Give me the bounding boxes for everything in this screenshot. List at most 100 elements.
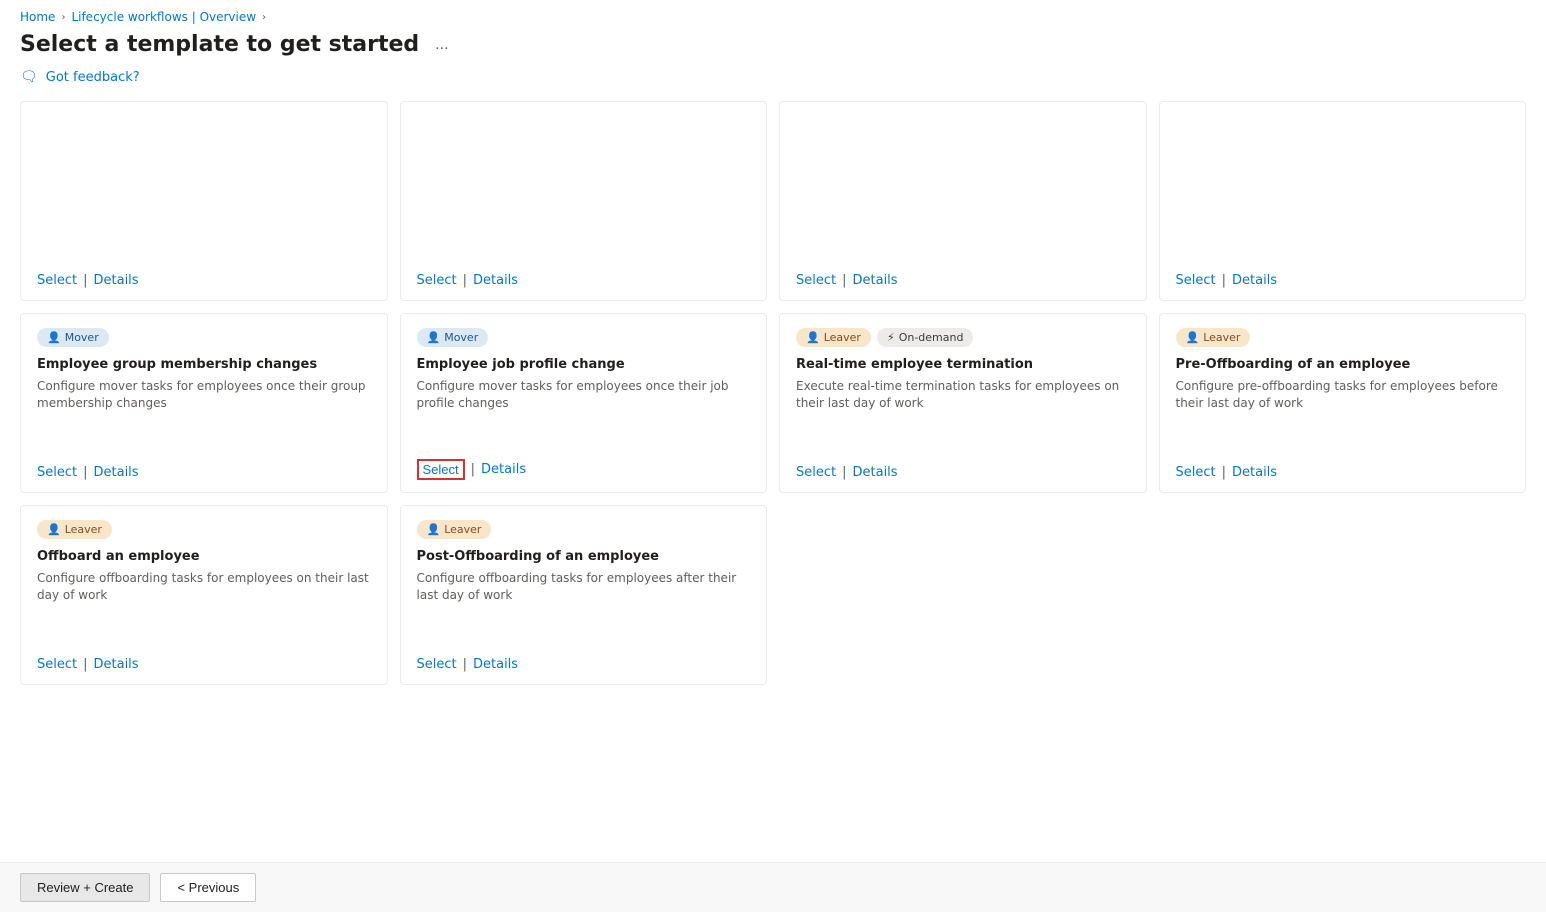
card-title: Employee job profile change — [417, 357, 751, 372]
card-title: Employee group membership changes — [37, 357, 371, 372]
card-badges: 👤 Leaver ⚡ On-demand — [796, 328, 1130, 347]
details-link[interactable]: Details — [473, 273, 518, 288]
details-link[interactable]: Details — [94, 465, 139, 480]
card-badges: 👤 Leaver — [37, 520, 371, 539]
card-actions: Select | Details — [1176, 273, 1510, 288]
badge-leaver: 👤 Leaver — [417, 520, 492, 539]
badge-label: Leaver — [65, 523, 102, 536]
card-actions: Select | Details — [796, 273, 1130, 288]
card-description: Configure offboarding tasks for employee… — [417, 570, 751, 608]
select-link[interactable]: Select — [37, 465, 77, 480]
details-link[interactable]: Details — [94, 657, 139, 672]
badge-label: Mover — [65, 331, 99, 344]
page-title: Select a template to get started — [20, 32, 419, 57]
select-link[interactable]: Select — [417, 657, 457, 672]
badge-label: Mover — [444, 331, 478, 344]
previous-button[interactable]: < Previous — [160, 873, 256, 902]
page-title-row: Select a template to get started ... — [0, 28, 1546, 65]
card-actions: Select | Details — [796, 465, 1130, 480]
card-5: 👤 Mover Employee group membership change… — [20, 313, 388, 493]
card-separator: | — [1222, 465, 1226, 480]
badge-on-demand: ⚡ On-demand — [877, 328, 974, 347]
breadcrumb-chevron-1: › — [61, 12, 65, 23]
card-3: Select | Details — [779, 101, 1147, 301]
more-options-button[interactable]: ... — [429, 34, 454, 56]
card-badges: 👤 Mover — [417, 328, 751, 347]
review-create-button[interactable]: Review + Create — [20, 873, 150, 902]
card-actions: Select | Details — [37, 273, 371, 288]
badge-icon: 👤 — [1186, 331, 1200, 344]
card-6: 👤 Mover Employee job profile change Confi… — [400, 313, 768, 493]
card-badges: 👤 Leaver — [417, 520, 751, 539]
card-title: Real-time employee termination — [796, 357, 1130, 372]
card-grid: Select | DetailsSelect | DetailsSelect |… — [0, 95, 1546, 862]
card-separator: | — [842, 273, 846, 288]
badge-label: Leaver — [444, 523, 481, 536]
feedback-label: Got feedback? — [46, 70, 140, 85]
badge-leaver: 👤 Leaver — [1176, 328, 1251, 347]
badge-icon: 👤 — [47, 331, 61, 344]
card-description: Configure mover tasks for employees once… — [417, 378, 751, 413]
card-actions: Select | Details — [1176, 465, 1510, 480]
details-link[interactable]: Details — [1232, 465, 1277, 480]
card-title: Offboard an employee — [37, 549, 371, 564]
card-separator: | — [83, 657, 87, 672]
card-description: Configure offboarding tasks for employee… — [37, 570, 371, 608]
card-separator: | — [83, 465, 87, 480]
details-link[interactable]: Details — [853, 273, 898, 288]
select-link[interactable]: Select — [1176, 273, 1216, 288]
bottom-bar: Review + Create < Previous — [0, 862, 1546, 912]
badge-icon: 👤 — [427, 523, 441, 536]
badge-leaver: 👤 Leaver — [37, 520, 112, 539]
details-link[interactable]: Details — [94, 273, 139, 288]
select-link[interactable]: Select — [37, 657, 77, 672]
card-separator: | — [1222, 273, 1226, 288]
card-description: Configure mover tasks for employees once… — [37, 378, 371, 416]
card-separator: | — [842, 465, 846, 480]
badge-icon: 👤 — [47, 523, 61, 536]
card-actions: Select | Details — [37, 465, 371, 480]
badge-icon: 👤 — [806, 331, 820, 344]
card-badges: 👤 Mover — [37, 328, 371, 347]
details-link[interactable]: Details — [473, 657, 518, 672]
card-actions: Select | Details — [37, 657, 371, 672]
details-link[interactable]: Details — [1232, 273, 1277, 288]
card-10: 👤 Leaver Post-Offboarding of an employee… — [400, 505, 768, 685]
select-link[interactable]: Select — [796, 465, 836, 480]
card-separator: | — [463, 657, 467, 672]
feedback-icon: 🗨 — [20, 69, 38, 85]
badge-mover: 👤 Mover — [37, 328, 109, 347]
card-badges: 👤 Leaver — [1176, 328, 1510, 347]
feedback-bar[interactable]: 🗨 Got feedback? — [0, 65, 1546, 95]
card-separator: | — [83, 273, 87, 288]
card-actions: Select | Details — [417, 273, 751, 288]
select-highlighted-button[interactable]: Select — [417, 459, 465, 480]
badge-label: On-demand — [899, 331, 964, 344]
badge-icon: ⚡ — [887, 331, 895, 344]
select-link[interactable]: Select — [37, 273, 77, 288]
select-link[interactable]: Select — [796, 273, 836, 288]
card-2: Select | Details — [400, 101, 768, 301]
card-4: Select | Details — [1159, 101, 1527, 301]
details-link[interactable]: Details — [853, 465, 898, 480]
card-actions: Select | Details — [417, 459, 751, 480]
breadcrumb-chevron-2: › — [262, 12, 266, 23]
select-link[interactable]: Select — [417, 273, 457, 288]
card-9: 👤 Leaver Offboard an employee Configure o… — [20, 505, 388, 685]
details-link[interactable]: Details — [481, 462, 526, 477]
card-description: Configure pre-offboarding tasks for empl… — [1176, 378, 1510, 416]
card-description: Execute real-time termination tasks for … — [796, 378, 1130, 416]
card-7: 👤 Leaver ⚡ On-demand Real-time employee … — [779, 313, 1147, 493]
card-title: Pre-Offboarding of an employee — [1176, 357, 1510, 372]
breadcrumb-section[interactable]: Lifecycle workflows | Overview — [71, 10, 256, 24]
breadcrumb: Home › Lifecycle workflows | Overview › — [0, 0, 1546, 28]
select-link[interactable]: Select — [1176, 465, 1216, 480]
card-title: Post-Offboarding of an employee — [417, 549, 751, 564]
badge-leaver: 👤 Leaver — [796, 328, 871, 347]
card-1: Select | Details — [20, 101, 388, 301]
badge-label: Leaver — [1203, 331, 1240, 344]
badge-icon: 👤 — [427, 331, 441, 344]
card-separator: | — [471, 462, 475, 477]
card-actions: Select | Details — [417, 657, 751, 672]
breadcrumb-home[interactable]: Home — [20, 10, 55, 24]
